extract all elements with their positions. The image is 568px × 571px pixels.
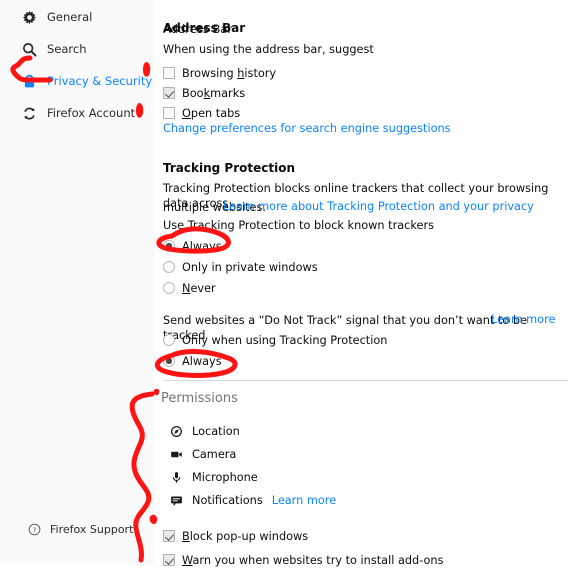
preferences-window: General Search Privacy & Security Firefo… [0, 0, 568, 567]
radio-label: Only in private windows [182, 260, 318, 274]
notification-icon [169, 494, 183, 508]
permission-label: Microphone [192, 471, 258, 484]
radio-dnt-always[interactable]: Always [163, 350, 222, 372]
permission-row-location: Location [163, 420, 240, 443]
radio-dot[interactable] [163, 334, 175, 346]
use-tracking-protection-label: Use Tracking Protection to block known t… [163, 219, 434, 232]
search-icon [22, 42, 37, 57]
radio-label: Never [182, 281, 216, 295]
tracking-protection-learn-more-link[interactable]: Learn more about Tracking Protection and… [223, 200, 534, 213]
address-bar-description: When using the address bar, suggest [163, 43, 374, 56]
permission-row-microphone: Microphone [163, 466, 258, 489]
sidebar-item-label: Firefox Account [47, 106, 136, 120]
radio-label: Only when using Tracking Protection [182, 333, 388, 347]
sidebar-item-label: General [47, 10, 93, 24]
radio-dot[interactable] [163, 282, 175, 294]
sidebar-item-general[interactable]: General [0, 4, 155, 30]
checkbox-box[interactable] [163, 107, 175, 119]
checkbox-browsing-history[interactable]: Browsing history [163, 62, 276, 84]
svg-text:?: ? [33, 526, 37, 534]
microphone-icon [169, 471, 183, 485]
permission-label: Location [192, 425, 240, 438]
help-circle-icon: ? [28, 523, 41, 536]
checkbox-label: Bookmarks [182, 86, 246, 100]
sidebar-item-privacy-security[interactable]: Privacy & Security [0, 68, 155, 94]
checkbox-box[interactable] [163, 87, 175, 99]
radio-dot[interactable] [163, 355, 175, 367]
checkbox-label: Block pop-up windows [182, 529, 309, 543]
firefox-support-label: Firefox Support [50, 523, 134, 536]
checkbox-box[interactable] [163, 67, 175, 79]
checkbox-bookmarks[interactable]: Bookmarks [163, 82, 245, 104]
do-not-track-learn-more-link[interactable]: Learn more [491, 313, 555, 326]
radio-dot[interactable] [163, 261, 175, 273]
search-engine-suggestions-link[interactable]: Change preferences for search engine sug… [163, 122, 451, 135]
radio-tracking-always[interactable]: Always [163, 235, 222, 257]
permission-row-notifications: Notifications Learn more [163, 489, 336, 512]
checkbox-block-popups[interactable]: Block pop-up windows [163, 525, 308, 547]
permission-label: Camera [192, 448, 237, 461]
permission-row-camera: Camera [163, 443, 236, 466]
checkbox-box[interactable] [163, 530, 175, 542]
checkbox-label: Open tabs [182, 106, 241, 120]
radio-tracking-private[interactable]: Only in private windows [163, 256, 318, 278]
permissions-title: Permissions [161, 391, 238, 406]
permission-label: Notifications [192, 494, 263, 507]
section-divider [163, 380, 568, 381]
sidebar-item-label: Search [47, 42, 87, 56]
location-icon [169, 425, 183, 439]
lock-icon [22, 74, 37, 89]
checkbox-label: Browsing history [182, 66, 277, 80]
notifications-learn-more-link[interactable]: Learn more [272, 494, 336, 507]
radio-dot[interactable] [163, 240, 175, 252]
radio-label: Always [182, 239, 222, 253]
radio-tracking-never[interactable]: Never [163, 277, 216, 299]
checkbox-box[interactable] [163, 554, 175, 566]
radio-label: Always [182, 354, 222, 368]
sidebar-item-firefox-account[interactable]: Firefox Account [0, 100, 155, 126]
address-bar-title: Address Bar [163, 21, 246, 35]
sidebar-item-label: Privacy & Security [47, 74, 153, 88]
checkbox-warn-addons[interactable]: Warn you when websites try to install ad… [163, 549, 443, 571]
radio-dnt-only-tracking-protection[interactable]: Only when using Tracking Protection [163, 329, 387, 351]
main-content: Address Bar 0; Address Bar When using th… [155, 0, 568, 567]
sync-icon [22, 106, 37, 121]
gear-icon [22, 10, 37, 25]
tracking-protection-title: Tracking Protection [163, 161, 295, 175]
firefox-support-link[interactable]: ? Firefox Support [0, 523, 133, 536]
sidebar-item-search[interactable]: Search [0, 36, 155, 62]
camera-icon [169, 448, 183, 462]
checkbox-label: Warn you when websites try to install ad… [182, 553, 444, 567]
sidebar: General Search Privacy & Security Firefo… [0, 0, 155, 564]
checkbox-open-tabs[interactable]: Open tabs [163, 102, 240, 124]
